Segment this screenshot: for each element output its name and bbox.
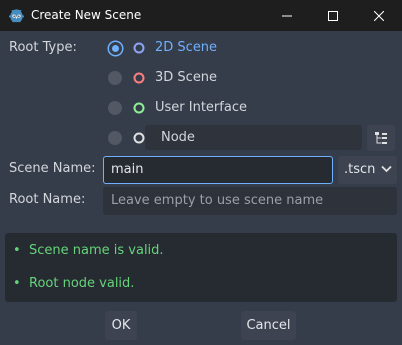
- window-title: Create New Scene: [31, 8, 142, 22]
- close-icon: [374, 10, 384, 21]
- root-type-label-3d-scene: 3D Scene: [155, 70, 218, 85]
- scene-name-input[interactable]: main: [103, 156, 333, 184]
- node3d-icon: [133, 72, 145, 84]
- root-type-label-2d-scene: 2D Scene: [155, 40, 218, 55]
- status-text: Root node valid.: [29, 276, 135, 291]
- cancel-button[interactable]: Cancel: [241, 311, 296, 340]
- minimize-icon: [282, 15, 292, 16]
- control-icon: [133, 102, 145, 114]
- radio-unchecked-icon[interactable]: [108, 71, 122, 85]
- radio-unchecked-icon[interactable]: [108, 131, 122, 145]
- root-name-label: Root Name:: [9, 192, 86, 207]
- title-bar[interactable]: Create New Scene: [0, 0, 402, 31]
- root-type-label-node: Node: [161, 130, 195, 145]
- root-type-option-3d-scene[interactable]: 3D Scene: [108, 67, 363, 89]
- radio-checked-icon[interactable]: [109, 42, 122, 55]
- status-message: • Root node valid.: [13, 276, 134, 292]
- select-node-button[interactable]: [367, 125, 395, 151]
- scene-extension-value: .tscn: [344, 162, 376, 177]
- maximize-icon: [328, 10, 338, 21]
- close-button[interactable]: [356, 0, 402, 31]
- root-type-label: Root Type:: [9, 40, 77, 55]
- radio-unchecked-icon[interactable]: [108, 101, 122, 115]
- status-text: Scene name is valid.: [29, 243, 164, 258]
- node-tree-icon: [375, 132, 387, 144]
- godot-app-icon: [9, 9, 24, 23]
- bullet: •: [13, 276, 21, 291]
- maximize-button[interactable]: [310, 0, 356, 31]
- create-new-scene-dialog: Create New Scene Root Type: 2D Scene 3D …: [0, 0, 402, 345]
- chevron-down-icon: [381, 165, 392, 173]
- validation-panel: • Scene name is valid. • Root node valid.: [5, 233, 397, 302]
- root-type-option-2d-scene[interactable]: 2D Scene: [108, 37, 363, 59]
- root-type-option-node[interactable]: Node: [108, 127, 363, 149]
- bullet: •: [13, 243, 21, 258]
- node2d-icon: [133, 42, 145, 54]
- root-type-label-user-interface: User Interface: [155, 100, 247, 115]
- ok-button[interactable]: OK: [105, 311, 137, 340]
- root-name-input[interactable]: Leave empty to use scene name: [103, 187, 397, 215]
- minimize-button[interactable]: [264, 0, 310, 31]
- root-type-option-user-interface[interactable]: User Interface: [108, 97, 363, 119]
- scene-extension-select[interactable]: .tscn: [338, 156, 397, 184]
- status-message: • Scene name is valid.: [13, 243, 164, 259]
- node-icon: [133, 132, 145, 144]
- scene-name-label: Scene Name:: [9, 161, 96, 176]
